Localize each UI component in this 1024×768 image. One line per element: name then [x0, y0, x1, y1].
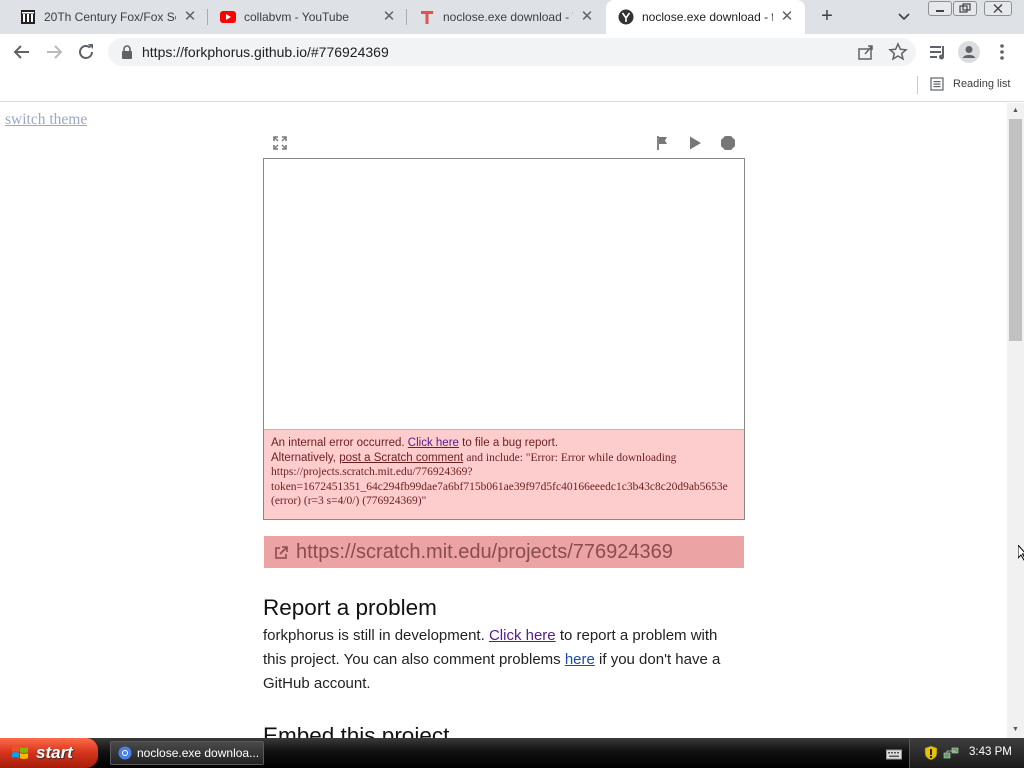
reading-list-icon	[930, 77, 944, 91]
post-scratch-comment-link[interactable]: post a Scratch comment	[339, 452, 463, 464]
tab-collabvm-youtube[interactable]: collabvm - YouTube ✕	[208, 0, 407, 34]
error-message: An internal error occurred. Click here t…	[264, 429, 744, 519]
bookmarks-bar: Reading list	[0, 70, 1024, 102]
minimize-button[interactable]	[928, 1, 952, 16]
reading-list-button[interactable]: Reading list	[917, 76, 1011, 94]
error-line-5: (error) (r=3 s=4/0/) (776924369)"	[271, 495, 427, 507]
tab-title: 20Th Century Fox/Fox Sear	[44, 10, 176, 24]
url-text[interactable]: https://forkphorus.github.io/#776924369	[142, 44, 389, 60]
tab-search-chevron-icon[interactable]	[894, 8, 914, 26]
tab-20th-century-fox[interactable]: 20Th Century Fox/Fox Sear ✕	[8, 0, 208, 34]
chrome-icon	[118, 746, 132, 760]
error-line2-suffix: and include: "Error: Error while downloa…	[466, 451, 677, 464]
clock[interactable]: 3:43 PM	[969, 746, 1012, 758]
close-icon[interactable]: ✕	[182, 9, 198, 25]
more-menu-icon[interactable]	[990, 40, 1014, 64]
start-label: start	[36, 743, 73, 762]
switch-theme-link[interactable]: switch theme	[5, 111, 87, 129]
report-problem-heading: Report a problem	[263, 595, 437, 620]
project-url-text: https://scratch.mit.edu/projects/7769243…	[296, 540, 673, 563]
error-line-1: An internal error occurred. Click here t…	[271, 436, 744, 451]
report-click-here-link[interactable]: Click here	[489, 627, 556, 644]
close-icon[interactable]: ✕	[779, 9, 795, 25]
security-shield-icon[interactable]	[923, 745, 939, 761]
keyboard-icon[interactable]	[886, 747, 902, 760]
new-tab-button[interactable]: +	[815, 5, 839, 29]
tab-title: noclose.exe download - fork	[642, 10, 773, 24]
error-line-2: Alternatively, post a Scratch comment an…	[271, 451, 744, 466]
lock-icon[interactable]	[120, 44, 134, 60]
tab-noclose-forkphorus[interactable]: noclose.exe download - fork ✕	[606, 0, 805, 34]
player-controls	[263, 133, 745, 155]
project-stage[interactable]: An internal error occurred. Click here t…	[263, 158, 745, 520]
tab-noclose-turbowarp[interactable]: noclose.exe download - Tur ✕	[407, 0, 605, 34]
mouse-cursor-icon	[1017, 543, 1024, 561]
fullscreen-icon[interactable]	[271, 134, 289, 152]
tab-title: noclose.exe download - Tur	[443, 10, 573, 24]
error-prefix: An internal error occurred.	[271, 437, 405, 449]
bookmark-star-icon[interactable]	[888, 42, 908, 62]
reading-list-label: Reading list	[953, 78, 1011, 90]
separator	[917, 76, 918, 94]
network-icon[interactable]	[943, 745, 959, 761]
page-scrollbar[interactable]: ▲ ▼	[1007, 103, 1024, 738]
error-line-3: https://projects.scratch.mit.edu/7769243…	[271, 466, 473, 478]
back-arrow-icon[interactable]	[10, 40, 34, 64]
comment-here-link[interactable]: here	[565, 651, 595, 668]
scroll-up-arrow-icon[interactable]: ▲	[1011, 106, 1020, 115]
scroll-down-arrow-icon[interactable]: ▼	[1011, 725, 1020, 734]
embed-project-heading: Embed this project	[263, 723, 450, 738]
scrollbar-thumb[interactable]	[1009, 119, 1022, 341]
museum-icon	[20, 9, 36, 25]
browser-toolbar: https://forkphorus.github.io/#776924369	[0, 34, 1024, 70]
address-bar[interactable]: https://forkphorus.github.io/#776924369	[108, 38, 916, 66]
report-text-1: forkphorus is still in development.	[263, 627, 485, 644]
green-flag-icon[interactable]	[654, 134, 672, 152]
media-control-icon[interactable]	[926, 40, 950, 64]
scratch-project-link[interactable]: https://scratch.mit.edu/projects/7769243…	[264, 536, 744, 568]
forward-arrow-icon[interactable]	[42, 40, 66, 64]
youtube-icon	[220, 9, 236, 25]
start-button[interactable]: start	[0, 738, 98, 768]
report-problem-text: forkphorus is still in development. Clic…	[263, 624, 743, 696]
close-window-button[interactable]	[984, 1, 1012, 16]
taskbar-chrome-window[interactable]: noclose.exe downloa...	[110, 741, 264, 765]
turbowarp-icon	[419, 9, 435, 25]
forkphorus-icon	[618, 9, 634, 25]
error-line2-prefix: Alternatively,	[271, 451, 336, 464]
tab-strip: 20Th Century Fox/Fox Sear ✕ collabvm - Y…	[0, 0, 1024, 34]
bug-report-link[interactable]: Click here	[408, 437, 459, 449]
system-tray: 3:43 PM	[909, 738, 1024, 768]
page-content: switch theme An internal error occurred.…	[0, 103, 1007, 738]
windows-logo-icon	[12, 746, 28, 759]
maximize-button[interactable]	[953, 1, 977, 16]
tab-title: collabvm - YouTube	[244, 10, 349, 24]
reload-icon[interactable]	[74, 40, 98, 64]
close-icon[interactable]: ✕	[381, 9, 397, 25]
external-link-icon	[273, 544, 289, 560]
share-icon[interactable]	[857, 43, 875, 61]
error-line-4: token=1672451351_64c294fb99dae7a6bf715b0…	[271, 480, 728, 493]
profile-avatar-icon[interactable]	[957, 40, 981, 64]
play-icon[interactable]	[686, 134, 704, 152]
error-suffix: to file a bug report.	[462, 437, 559, 449]
taskbar-window-title: noclose.exe downloa...	[137, 746, 260, 760]
taskbar: start noclose.exe downloa... 3:43 PM	[0, 738, 1024, 768]
stop-icon[interactable]	[719, 134, 737, 152]
close-icon[interactable]: ✕	[579, 9, 595, 25]
